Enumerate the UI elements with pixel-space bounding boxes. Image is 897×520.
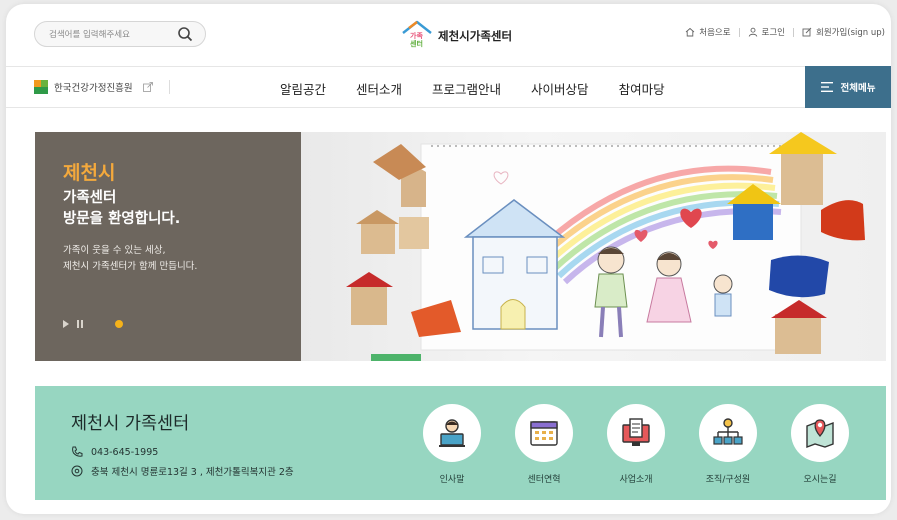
quick-link-greeting[interactable]: 인사말: [417, 404, 487, 485]
user-icon: [748, 27, 757, 37]
hero-image: [301, 132, 886, 361]
logo-name: 제천시가족센터: [438, 29, 513, 43]
search-icon[interactable]: [177, 26, 193, 42]
home-icon: [685, 27, 695, 37]
slide-dot-active[interactable]: [115, 320, 123, 328]
external-link-icon: [142, 82, 153, 92]
location-pin-icon: [71, 465, 83, 477]
nav-item-about[interactable]: 센터소개: [356, 79, 402, 98]
signup-link[interactable]: 회원가입(sign up): [802, 26, 885, 38]
document-monitor-icon: [622, 418, 650, 446]
site-logo[interactable]: 가족 센터 제천시가족센터: [400, 18, 512, 50]
util-divider: [738, 27, 740, 37]
calendar-icon: [530, 421, 558, 446]
map-pin-icon: [806, 419, 834, 449]
hero-title-accent: 제천시: [63, 162, 116, 184]
person-computer-icon: [439, 419, 465, 447]
main-nav: 한국건강가정진흥원 알림공간 센터소개 프로그램안내 사이버상담 참여마당 전체…: [6, 66, 891, 108]
utility-links: 처음으로 로그인 회원가입(sign up): [685, 26, 885, 38]
phone-row: 043-645-1995: [71, 446, 158, 458]
svg-text:가족: 가족: [410, 31, 423, 40]
nav-item-programs[interactable]: 프로그램안내: [432, 79, 501, 98]
util-divider: [793, 27, 795, 37]
edit-icon: [802, 27, 812, 37]
center-name: 제천시 가족센터: [71, 414, 190, 434]
all-menu-label: 전체메뉴: [840, 83, 876, 94]
search-input[interactable]: 검색어를 입력해주세요: [34, 21, 206, 47]
nav-menu: 알림공간 센터소개 프로그램안내 사이버상담 참여마당: [280, 79, 695, 98]
hamburger-icon: [820, 82, 833, 92]
gov-logo-icon: [34, 80, 48, 94]
login-link[interactable]: 로그인: [748, 26, 785, 38]
svg-text:센터: 센터: [410, 39, 423, 48]
center-info-band: 제천시 가족센터 043-645-1995 충북 제천시 명륜로13길 3 , …: [35, 386, 886, 500]
play-icon[interactable]: [63, 320, 69, 328]
page-frame: 검색어를 입력해주세요 가족 센터 제천시가족센터 처음으로 로그인 회원가입(…: [6, 4, 891, 514]
home-link[interactable]: 처음으로: [685, 26, 731, 38]
family-drawing-illustration: [346, 132, 865, 361]
quick-link-organization[interactable]: 조직/구성원: [693, 404, 763, 485]
gov-link[interactable]: 한국건강가정진흥원: [34, 80, 170, 94]
gov-link-label: 한국건강가정진흥원: [54, 83, 133, 94]
nav-item-participation[interactable]: 참여마당: [619, 79, 665, 98]
org-chart-icon: [713, 418, 743, 445]
address-text: 충북 제천시 명륜로13길 3 , 제천가톨릭복지관 2층: [91, 467, 294, 478]
phone-icon: [72, 446, 83, 457]
quick-link-history[interactable]: 센터연혁: [509, 404, 579, 485]
hero-title: 가족센터 방문을 환영합니다.: [63, 190, 181, 227]
quick-link-business[interactable]: 사업소개: [601, 404, 671, 485]
hero-text-panel: 제천시 가족센터 방문을 환영합니다. 가족이 웃을 수 있는 세상, 제천시 …: [35, 132, 301, 361]
pause-icon[interactable]: [77, 320, 83, 328]
nav-divider: [168, 80, 170, 94]
phone-number[interactable]: 043-645-1995: [91, 447, 158, 458]
hero-description: 가족이 웃을 수 있는 세상, 제천시 가족센터가 함께 만듭니다.: [63, 245, 198, 272]
logo-house-icon: 가족 센터: [402, 20, 432, 48]
search-placeholder: 검색어를 입력해주세요: [49, 30, 130, 40]
top-bar: 검색어를 입력해주세요 가족 센터 제천시가족센터 처음으로 로그인 회원가입(…: [6, 4, 891, 66]
nav-item-counseling[interactable]: 사이버상담: [531, 79, 589, 98]
all-menu-button[interactable]: 전체메뉴: [805, 66, 891, 108]
address-row: 충북 제천시 명륜로13길 3 , 제천가톨릭복지관 2층: [71, 464, 294, 478]
nav-item-notice[interactable]: 알림공간: [280, 79, 326, 98]
slider-controls: [63, 320, 123, 328]
hero-banner: 제천시 가족센터 방문을 환영합니다. 가족이 웃을 수 있는 세상, 제천시 …: [35, 132, 886, 361]
quick-link-directions[interactable]: 오시는길: [785, 404, 855, 485]
